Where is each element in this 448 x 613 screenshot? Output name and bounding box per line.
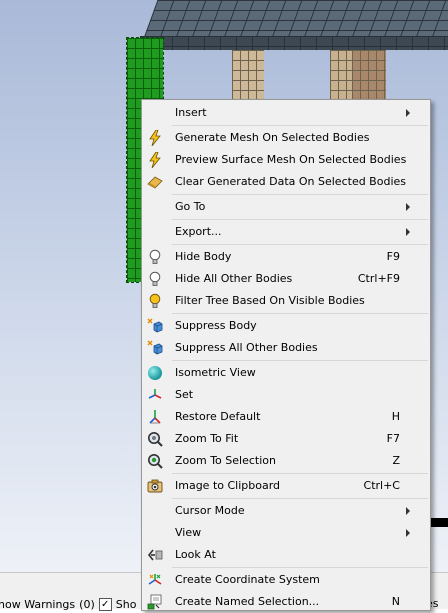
submenu-arrow-icon: [406, 109, 410, 117]
menu-item-shortcut: Ctrl+F9: [357, 272, 400, 285]
show-label: Sho: [115, 597, 137, 611]
menu-item-export[interactable]: Export...: [142, 221, 430, 243]
menu-item-label: Create Coordinate System: [175, 573, 320, 586]
menu-item-clear-generated-data[interactable]: Clear Generated Data On Selected Bodies: [142, 171, 430, 193]
lightbulb-off-icon: [146, 270, 164, 288]
menu-item-label: Restore Default: [175, 410, 261, 423]
menu-item-label: Generate Mesh On Selected Bodies: [175, 131, 370, 144]
menu-item-shortcut: Ctrl+C: [363, 479, 400, 492]
menu-item-label: Suppress All Other Bodies: [175, 341, 318, 354]
menu-item-label: Hide All Other Bodies: [175, 272, 293, 285]
menu-separator: [172, 567, 428, 568]
menu-item-label: Zoom To Fit: [175, 432, 239, 445]
menu-item-label: View: [175, 526, 202, 539]
lightning-icon: [146, 151, 164, 169]
warnings-count: (0): [79, 597, 95, 611]
menu-item-hide-all-other-bodies[interactable]: Hide All Other Bodies Ctrl+F9: [142, 268, 430, 290]
menu-item-shortcut: H: [391, 410, 400, 423]
menu-separator: [172, 194, 428, 195]
menu-item-preview-surface-mesh[interactable]: Preview Surface Mesh On Selected Bodies: [142, 149, 430, 171]
menu-item-create-named-selection[interactable]: Create Named Selection... N: [142, 591, 430, 613]
menu-item-label: Suppress Body: [175, 319, 257, 332]
model-slab-front: [140, 36, 448, 50]
menu-item-cursor-mode[interactable]: Cursor Mode: [142, 500, 430, 522]
camera-icon: [146, 477, 164, 495]
menu-item-label: Preview Surface Mesh On Selected Bodies: [175, 153, 407, 166]
named-selection-icon: [146, 593, 164, 611]
context-menu: Insert Generate Mesh On Selected Bodies …: [141, 99, 431, 611]
menu-separator: [172, 125, 428, 126]
submenu-arrow-icon: [406, 203, 410, 211]
menu-item-label: Isometric View: [175, 366, 256, 379]
show-checkbox[interactable]: ✓: [98, 597, 112, 611]
menu-item-zoom-to-selection[interactable]: Zoom To Selection Z: [142, 450, 430, 472]
menu-separator: [172, 360, 428, 361]
submenu-arrow-icon: [406, 228, 410, 236]
suppress-cube-icon: [146, 317, 164, 335]
menu-item-shortcut: F9: [386, 250, 400, 263]
menu-item-set[interactable]: Set: [142, 384, 430, 406]
axes-restore-icon: [146, 408, 164, 426]
menu-item-label: Go To: [175, 200, 206, 213]
lightning-icon: [146, 129, 164, 147]
menu-item-create-coordinate-system[interactable]: Create Coordinate System: [142, 569, 430, 591]
menu-item-image-to-clipboard[interactable]: Image to Clipboard Ctrl+C: [142, 475, 430, 497]
menu-item-shortcut: Z: [392, 454, 400, 467]
menu-item-suppress-all-other-bodies[interactable]: Suppress All Other Bodies: [142, 337, 430, 359]
menu-item-go-to[interactable]: Go To: [142, 196, 430, 218]
menu-item-view[interactable]: View: [142, 522, 430, 544]
menu-item-label: Zoom To Selection: [175, 454, 276, 467]
menu-separator: [172, 473, 428, 474]
menu-separator: [172, 498, 428, 499]
menu-item-look-at[interactable]: Look At: [142, 544, 430, 566]
lightbulb-off-icon: [146, 248, 164, 266]
look-at-icon: [146, 546, 164, 564]
menu-item-zoom-to-fit[interactable]: Zoom To Fit F7: [142, 428, 430, 450]
menu-item-label: Image to Clipboard: [175, 479, 281, 492]
menu-item-restore-default[interactable]: Restore Default H: [142, 406, 430, 428]
menu-item-filter-tree[interactable]: Filter Tree Based On Visible Bodies: [142, 290, 430, 312]
model-column: [352, 50, 386, 102]
menu-item-label: Insert: [175, 106, 207, 119]
menu-item-label: Hide Body: [175, 250, 232, 263]
axes-icon: [146, 386, 164, 404]
menu-item-label: Filter Tree Based On Visible Bodies: [175, 294, 365, 307]
eraser-icon: [146, 173, 164, 191]
menu-item-label: Create Named Selection...: [175, 595, 320, 608]
zoom-fit-icon: [146, 430, 164, 448]
sphere-icon: [146, 364, 164, 382]
model-column: [232, 50, 264, 102]
menu-item-label: Cursor Mode: [175, 504, 245, 517]
submenu-arrow-icon: [406, 529, 410, 537]
lightbulb-on-icon: [146, 292, 164, 310]
menu-item-isometric-view[interactable]: Isometric View: [142, 362, 430, 384]
menu-item-generate-mesh[interactable]: Generate Mesh On Selected Bodies: [142, 127, 430, 149]
menu-item-shortcut: F7: [386, 432, 400, 445]
menu-item-label: Set: [175, 388, 194, 401]
show-warnings-label: how Warnings: [0, 597, 76, 611]
menu-separator: [172, 219, 428, 220]
suppress-cube-icon: [146, 339, 164, 357]
menu-separator: [172, 244, 428, 245]
model-column: [330, 50, 352, 102]
menu-separator: [172, 313, 428, 314]
status-row: how Warnings (0) ✓ Sho: [0, 597, 136, 611]
menu-item-insert[interactable]: Insert: [142, 102, 430, 124]
zoom-selection-icon: [146, 452, 164, 470]
submenu-arrow-icon: [406, 507, 410, 515]
menu-item-label: Export...: [175, 225, 222, 238]
coordinate-system-icon: [146, 571, 164, 589]
menu-item-suppress-body[interactable]: Suppress Body: [142, 315, 430, 337]
menu-item-label: Look At: [175, 548, 216, 561]
menu-item-hide-body[interactable]: Hide Body F9: [142, 246, 430, 268]
menu-item-shortcut: N: [391, 595, 400, 608]
menu-item-label: Clear Generated Data On Selected Bodies: [175, 175, 406, 188]
